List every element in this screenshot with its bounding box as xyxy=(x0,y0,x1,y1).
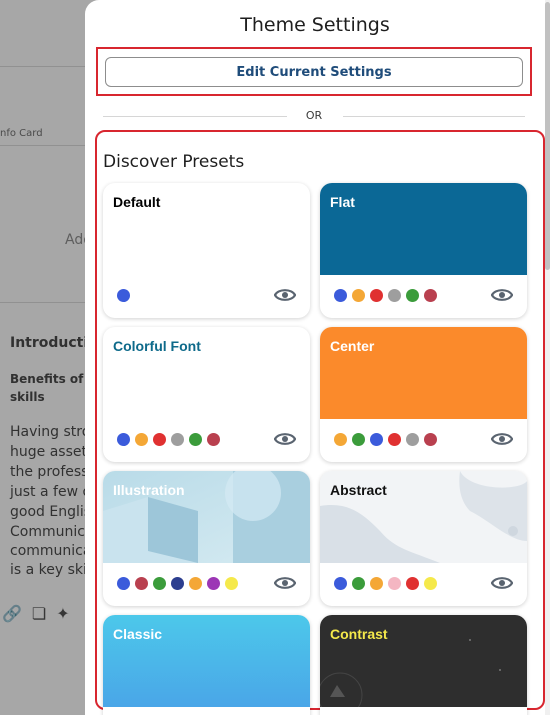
preview-eye-icon[interactable] xyxy=(274,286,296,304)
preset-color-dots xyxy=(334,577,437,590)
color-dot xyxy=(171,577,184,590)
preview-eye-icon[interactable] xyxy=(274,574,296,592)
color-dot xyxy=(370,289,383,302)
preset-name: Flat xyxy=(330,194,355,210)
presets-title: Discover Presets xyxy=(103,152,245,172)
preset-color-dots xyxy=(117,433,220,446)
preset-card-center[interactable]: Center xyxy=(320,327,527,462)
preview-eye-icon[interactable] xyxy=(274,430,296,448)
color-dot xyxy=(370,433,383,446)
color-dot xyxy=(153,577,166,590)
color-dot xyxy=(171,433,184,446)
or-label: OR xyxy=(305,109,323,122)
preset-card-abstract[interactable]: Abstract xyxy=(320,471,527,606)
scrollbar-thumb[interactable] xyxy=(545,2,550,270)
color-dot xyxy=(424,289,437,302)
color-dot xyxy=(207,577,220,590)
preview-eye-icon[interactable] xyxy=(491,430,513,448)
preset-card-colorful-font[interactable]: Colorful Font xyxy=(103,327,310,462)
color-dot xyxy=(388,289,401,302)
theme-settings-panel: Theme Settings Edit Current Settings OR … xyxy=(85,0,550,715)
color-dot xyxy=(135,577,148,590)
color-dot xyxy=(189,433,202,446)
preview-eye-icon[interactable] xyxy=(491,574,513,592)
color-dot xyxy=(334,289,347,302)
color-dot xyxy=(406,289,419,302)
preset-card-classic[interactable]: Classic xyxy=(103,615,310,715)
preset-name: Classic xyxy=(113,626,163,642)
color-dot xyxy=(207,433,220,446)
color-dot xyxy=(117,433,130,446)
preview-eye-icon[interactable] xyxy=(491,286,513,304)
preset-name: Colorful Font xyxy=(113,338,201,354)
color-dot xyxy=(117,577,130,590)
edit-current-settings-button[interactable]: Edit Current Settings xyxy=(105,57,523,87)
panel-scrollbar[interactable] xyxy=(545,0,550,715)
preset-color-dots xyxy=(334,289,437,302)
or-separator: OR xyxy=(103,108,525,124)
preset-card-illustration[interactable]: Illustration xyxy=(103,471,310,606)
color-dot xyxy=(406,433,419,446)
color-dot xyxy=(352,433,365,446)
color-dot xyxy=(189,577,202,590)
color-dot xyxy=(153,433,166,446)
preset-name: Illustration xyxy=(113,482,185,498)
color-dot xyxy=(406,577,419,590)
discover-presets-section: Discover Presets Default Flat Colorful F… xyxy=(95,130,545,715)
color-dot xyxy=(424,577,437,590)
preset-color-dots xyxy=(334,433,437,446)
preset-name: Contrast xyxy=(330,626,388,642)
preset-name: Abstract xyxy=(330,482,387,498)
color-dot xyxy=(388,577,401,590)
preset-card-default[interactable]: Default xyxy=(103,183,310,318)
color-dot xyxy=(388,433,401,446)
color-dot xyxy=(424,433,437,446)
edit-settings-highlight: Edit Current Settings xyxy=(96,47,532,96)
preset-color-dots xyxy=(117,289,130,302)
color-dot xyxy=(225,577,238,590)
preset-name: Default xyxy=(113,194,161,210)
preset-card-flat[interactable]: Flat xyxy=(320,183,527,318)
color-dot xyxy=(370,577,383,590)
color-dot xyxy=(117,289,130,302)
preset-name: Center xyxy=(330,338,375,354)
preset-card-contrast[interactable]: Contrast xyxy=(320,615,527,715)
preset-color-dots xyxy=(117,577,238,590)
color-dot xyxy=(352,577,365,590)
color-dot xyxy=(352,289,365,302)
color-dot xyxy=(135,433,148,446)
panel-title: Theme Settings xyxy=(240,14,390,36)
color-dot xyxy=(334,577,347,590)
color-dot xyxy=(334,433,347,446)
